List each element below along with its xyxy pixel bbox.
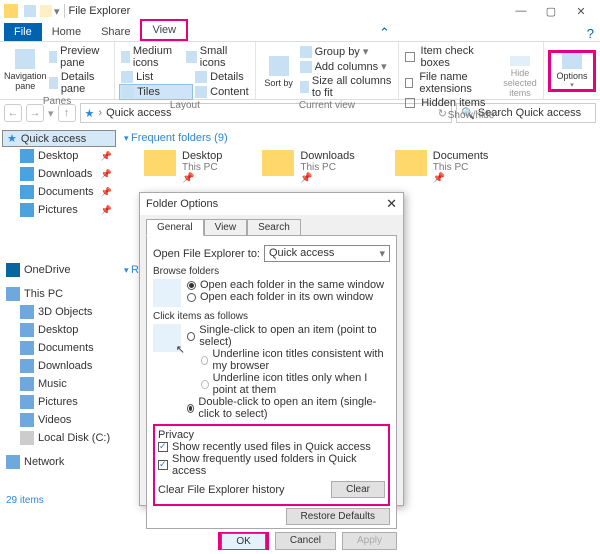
click-items-label: Click items as follows — [153, 311, 390, 322]
pin-icon: 📌 — [101, 151, 112, 162]
check-frequent-folders[interactable]: Show frequently used folders in Quick ac… — [158, 453, 385, 477]
radio-double-click[interactable]: Double-click to open an item (single-cli… — [187, 396, 390, 420]
click-icon: ↖ — [153, 324, 181, 352]
add-columns-button[interactable]: Add columns▾ — [298, 59, 395, 74]
ok-button[interactable]: OK — [221, 533, 265, 550]
tab-view[interactable]: View — [140, 19, 188, 41]
privacy-group: Privacy Show recently used files in Quic… — [153, 424, 390, 506]
pin-icon: 📌 — [182, 173, 222, 184]
help-icon[interactable]: ? — [587, 26, 600, 41]
folder-desktop[interactable]: DesktopThis PC📌 — [144, 150, 222, 184]
dialog-title: Folder Options — [146, 198, 218, 210]
tab-share[interactable]: Share — [91, 23, 140, 41]
radio-underline-browser: Underline icon titles consistent with my… — [187, 348, 390, 372]
ribbon-group-showhide: Item check boxes File name extensions Hi… — [399, 42, 544, 99]
sidebar-documents[interactable]: Documents📌 — [2, 183, 116, 201]
hide-selected-button[interactable]: Hide selected items — [501, 56, 539, 98]
details-pane-button[interactable]: Details pane — [47, 70, 111, 96]
sidebar-network[interactable]: Network — [2, 453, 116, 471]
tab-file[interactable]: File — [4, 23, 42, 41]
radio-underline-point: Underline icon titles only when I point … — [187, 372, 390, 396]
collapse-ribbon-icon[interactable]: ⌃ — [379, 25, 396, 41]
navigation-pane-button[interactable]: Navigation pane — [4, 49, 47, 91]
qat-props-icon[interactable] — [24, 5, 36, 17]
options-button[interactable]: Options▾ — [548, 50, 596, 92]
sidebar-pictures[interactable]: Pictures📌 — [2, 201, 116, 219]
group-by-button[interactable]: Group by▾ — [298, 44, 395, 59]
browse-folders-label: Browse folders — [153, 266, 390, 277]
sort-by-button[interactable]: Sort by — [260, 51, 298, 93]
clear-history-label: Clear File Explorer history — [158, 484, 285, 496]
folder-icon — [144, 150, 176, 176]
open-explorer-select[interactable]: Quick access▾ — [264, 245, 390, 262]
sidebar-quick-access[interactable]: ★Quick access — [2, 130, 116, 147]
cursor-icon: ↖ — [176, 343, 185, 356]
dialog-close-button[interactable]: ✕ — [386, 196, 397, 212]
folder-icon — [262, 150, 294, 176]
folder-documents[interactable]: DocumentsThis PC📌 — [395, 150, 489, 184]
maximize-button[interactable]: ▢ — [536, 5, 566, 18]
check-recent-files[interactable]: Show recently used files in Quick access — [158, 441, 385, 453]
radio-single-click[interactable]: Single-click to open an item (point to s… — [187, 324, 390, 348]
tab-home[interactable]: Home — [42, 23, 91, 41]
layout-tiles[interactable]: Tiles — [119, 84, 193, 100]
ribbon-group-panes: Navigation pane Preview pane Details pan… — [0, 42, 115, 99]
restore-defaults-button[interactable]: Restore Defaults — [286, 508, 390, 525]
hidden-items-toggle[interactable]: Hidden items — [403, 96, 501, 110]
section-frequent[interactable]: Frequent folders (9) — [124, 132, 594, 144]
title-bar: ▾ File Explorer — ▢ ✕ — [0, 0, 600, 22]
folder-downloads[interactable]: DownloadsThis PC📌 — [262, 150, 354, 184]
explorer-icon — [4, 4, 18, 18]
browse-icon — [153, 279, 181, 307]
dialog-tab-search[interactable]: Search — [247, 219, 301, 236]
star-icon: ★ — [7, 132, 17, 145]
ribbon-group-options: Options▾ — [544, 42, 600, 99]
radio-own-window[interactable]: Open each folder in its own window — [187, 291, 384, 303]
recent-locations-icon[interactable]: ▾ — [48, 107, 54, 120]
folder-options-dialog: Folder Options ✕ General View Search Ope… — [139, 192, 404, 506]
sidebar-desktop[interactable]: Desktop📌 — [2, 147, 116, 165]
cancel-button[interactable]: Cancel — [275, 532, 336, 550]
quick-access-icon: ★ — [85, 107, 95, 120]
ribbon-group-currentview: Sort by Group by▾ Add columns▾ Size all … — [256, 42, 400, 99]
sidebar-onedrive[interactable]: OneDrive — [2, 261, 116, 279]
minimize-button[interactable]: — — [506, 5, 536, 18]
status-bar: 29 items — [6, 495, 44, 506]
close-button[interactable]: ✕ — [566, 5, 596, 18]
preview-pane-button[interactable]: Preview pane — [47, 44, 111, 70]
breadcrumb-sep: › — [98, 107, 102, 119]
item-checkboxes-toggle[interactable]: Item check boxes — [403, 44, 501, 70]
window-title: File Explorer — [69, 5, 131, 17]
clear-button[interactable]: Clear — [331, 481, 385, 498]
ribbon: Navigation pane Preview pane Details pan… — [0, 42, 600, 100]
ribbon-group-layout: Medium iconsSmall icons ListDetails Tile… — [115, 42, 256, 99]
dialog-tab-view[interactable]: View — [204, 219, 248, 236]
open-explorer-label: Open File Explorer to: — [153, 248, 260, 260]
ribbon-tabs: File Home Share View ⌃ ? — [0, 22, 600, 42]
extensions-toggle[interactable]: File name extensions — [403, 70, 501, 96]
sidebar-downloads[interactable]: Downloads📌 — [2, 165, 116, 183]
radio-same-window[interactable]: Open each folder in the same window — [187, 279, 384, 291]
dialog-tab-general[interactable]: General — [146, 219, 204, 236]
dialog-title-bar: Folder Options ✕ — [140, 193, 403, 215]
apply-button[interactable]: Apply — [342, 532, 397, 550]
sidebar-this-pc[interactable]: This PC — [2, 285, 116, 303]
qat-dropdown-icon[interactable]: ▾ — [54, 5, 60, 18]
size-columns-button[interactable]: Size all columns to fit — [298, 74, 395, 100]
folder-icon — [395, 150, 427, 176]
qat-new-icon[interactable] — [40, 5, 52, 17]
sidebar: ★Quick access Desktop📌 Downloads📌 Docume… — [0, 126, 118, 486]
